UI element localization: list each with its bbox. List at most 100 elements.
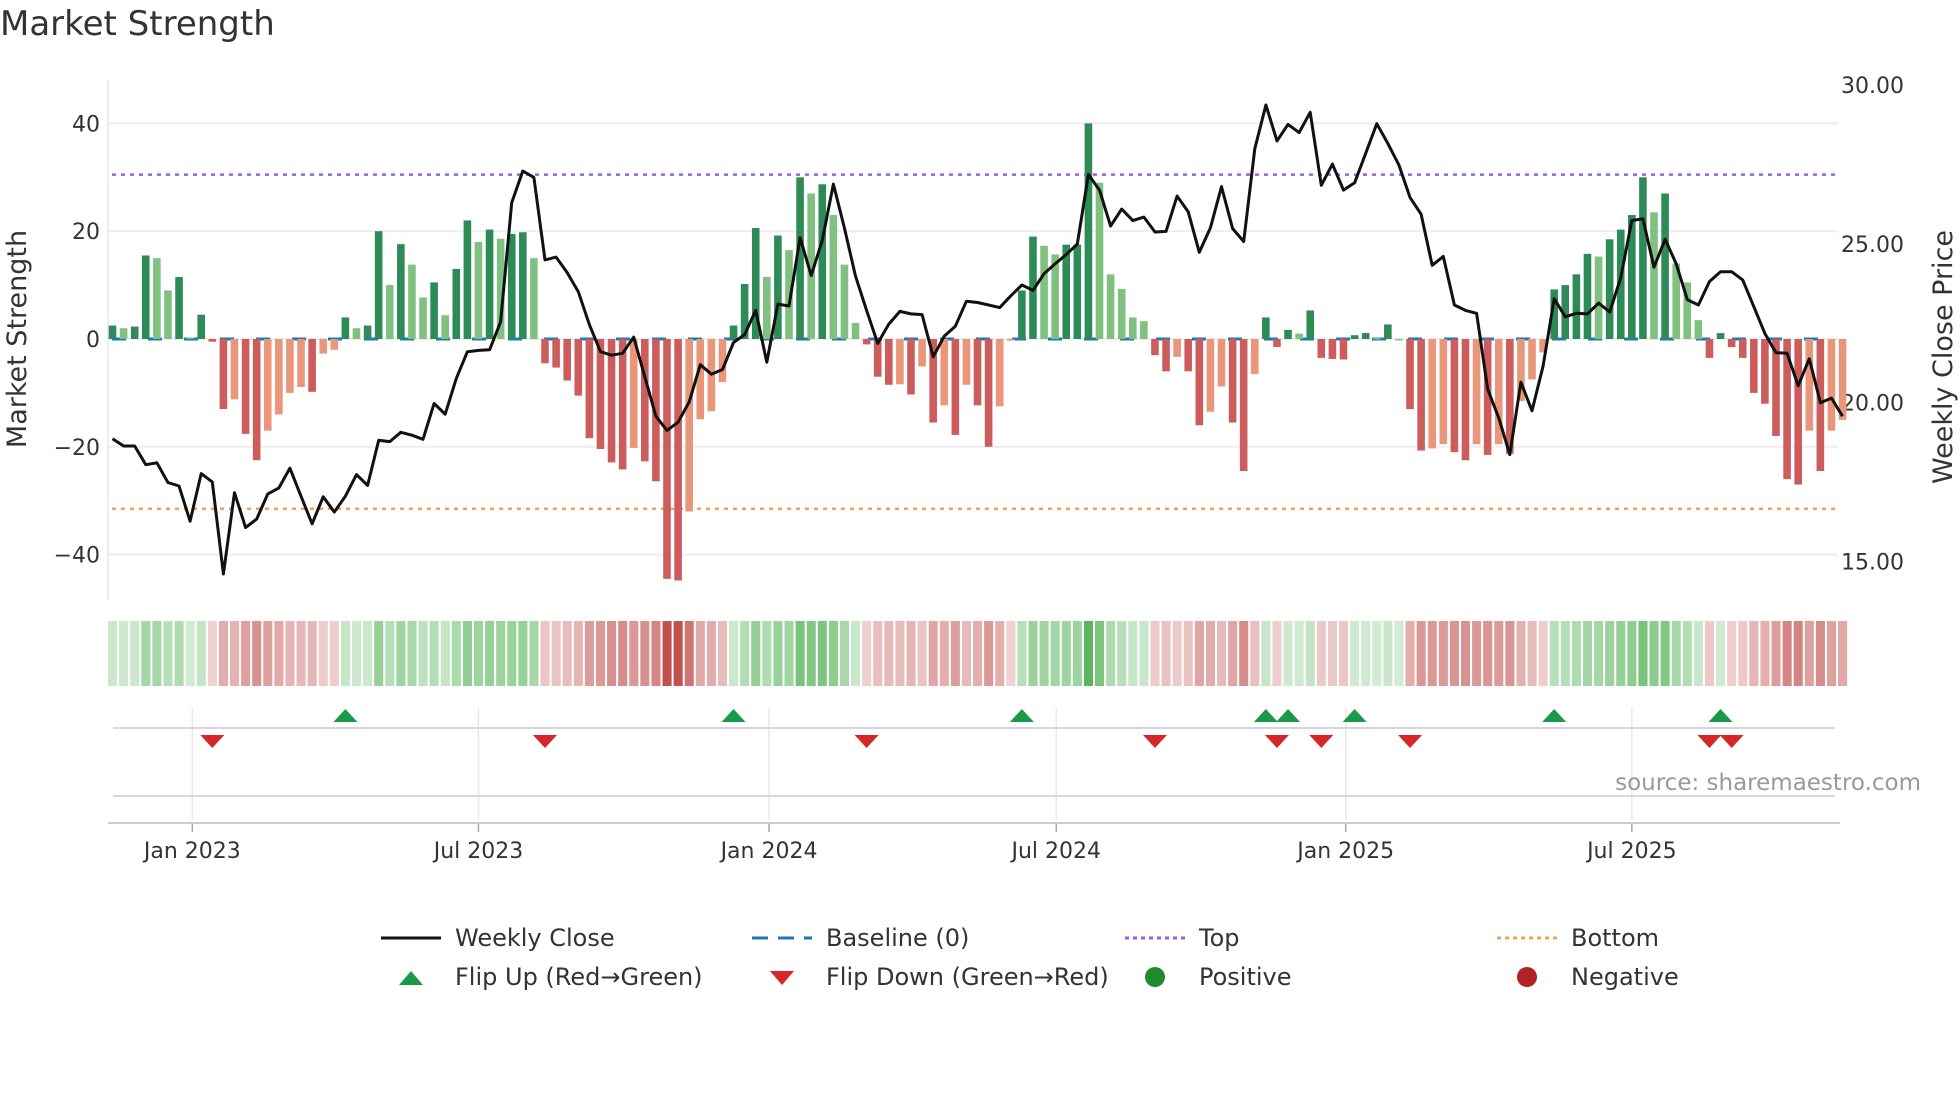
strength-bar	[585, 339, 594, 439]
heat-strip-cell	[607, 621, 617, 686]
heat-strip-cell	[773, 621, 783, 686]
heat-strip-cell	[839, 621, 850, 686]
strength-bar	[607, 339, 616, 463]
heat-strip-cell	[1405, 621, 1415, 686]
strength-bar	[164, 290, 172, 339]
heat-strip-cell	[961, 621, 972, 686]
heat-strip-cell	[1106, 621, 1116, 686]
strength-bar	[441, 315, 449, 339]
strength-bar	[1827, 339, 1836, 431]
y-tick-label: −20	[54, 436, 100, 461]
strength-bar	[1117, 288, 1126, 339]
heat-strip-cell	[1172, 621, 1182, 686]
strength-bar	[541, 339, 549, 364]
heat-strip-cell	[1494, 621, 1504, 686]
heat-strip-cell	[518, 621, 528, 686]
strength-bar	[363, 325, 372, 339]
legend-flip-down: Flip Down (Green→Red)	[752, 963, 1109, 991]
heat-strip-cell	[1250, 621, 1260, 686]
heat-strip-cell	[917, 621, 927, 686]
heat-strip-cell	[1826, 621, 1837, 686]
strength-bar	[330, 339, 339, 350]
x-tick-label: Jan 2023	[142, 839, 241, 864]
strength-bar	[1140, 321, 1148, 339]
strength-bar	[840, 264, 849, 339]
heat-strip-cell	[684, 621, 694, 686]
heat-strip-cell	[307, 621, 317, 686]
strength-bar	[674, 339, 682, 581]
heat-strip-cell	[828, 621, 838, 686]
strength-bar	[1716, 333, 1725, 339]
strength-bar	[1339, 339, 1348, 360]
strength-bar	[1306, 310, 1315, 339]
heat-strip-cell	[1139, 621, 1149, 686]
heat-strip-cell	[717, 621, 728, 686]
heat-strip-cell	[1472, 621, 1482, 686]
y-tick-label: 0	[86, 328, 100, 353]
heat-strip-cell	[1727, 621, 1737, 686]
strength-bar	[463, 220, 472, 339]
heat-strip-cell	[1638, 621, 1648, 686]
heat-strip-cell	[1627, 621, 1637, 686]
flip-up-marker	[1708, 709, 1733, 722]
heat-strip-cell	[1338, 621, 1349, 686]
legend-label: Positive	[1199, 963, 1292, 991]
strength-bar	[1384, 324, 1392, 339]
heat-strip-cell	[1261, 621, 1271, 686]
strength-bar	[1583, 253, 1592, 339]
heat-strip-cell	[119, 621, 129, 686]
heat-strip-cell	[1283, 621, 1293, 686]
strength-bar	[263, 339, 272, 431]
legend-label: Bottom	[1571, 924, 1660, 952]
heat-strip-cell	[551, 621, 561, 686]
strength-bar	[763, 277, 771, 339]
heat-strip-cell	[1505, 621, 1515, 686]
strength-bar	[175, 277, 183, 339]
strength-bar	[1428, 339, 1437, 449]
line-swatch-icon	[381, 936, 441, 940]
heat-strip-cell	[1272, 621, 1282, 686]
strength-bar	[563, 339, 571, 381]
heat-strip-cell	[762, 621, 772, 686]
strength-bar	[984, 339, 993, 447]
x-tick-label: Jul 2023	[432, 839, 524, 864]
strength-bar	[385, 285, 394, 339]
heat-strip-cell	[1738, 621, 1748, 686]
heat-strip-cell	[1749, 621, 1759, 686]
legend-label: Top	[1199, 924, 1240, 952]
strength-bar	[419, 297, 427, 339]
heat-strip-cell	[1194, 621, 1204, 686]
strength-bar	[1605, 239, 1614, 339]
heat-strip-cell	[329, 621, 339, 686]
heat-strip-cell	[429, 621, 439, 686]
heat-strip-cell	[1516, 621, 1526, 686]
strength-bar	[308, 339, 316, 392]
heat-strip-cell	[928, 621, 938, 686]
strength-bar	[108, 325, 117, 339]
heat-strip-cell	[285, 621, 295, 686]
heat-strip-cell	[1072, 621, 1082, 686]
heat-strip-cell	[451, 621, 461, 686]
y-tick-label: 40	[72, 112, 100, 137]
heat-strip-cell	[662, 621, 672, 686]
heat-strip-cell	[1671, 621, 1681, 686]
heat-strip-cell	[1527, 621, 1537, 686]
dotted-line-swatch-icon	[1497, 936, 1557, 940]
strength-bar	[1705, 339, 1714, 358]
heat-strip-cell	[1383, 621, 1393, 686]
strength-bar	[1572, 274, 1581, 339]
strength-bar	[1361, 333, 1370, 339]
heat-strip-cell	[751, 621, 761, 686]
strength-bar	[552, 339, 560, 368]
legend-baseline: Baseline (0)	[752, 924, 969, 952]
legend-label: Flip Up (Red→Green)	[455, 963, 703, 991]
heat-strip-cell	[1760, 621, 1770, 686]
circle-icon	[1145, 967, 1165, 987]
heat-strip-cell	[1361, 621, 1371, 686]
heat-strip-cell	[995, 621, 1005, 686]
strength-bar	[1594, 256, 1603, 339]
dashed-line-swatch-icon	[752, 936, 812, 940]
strength-bar	[1173, 339, 1181, 357]
strength-bar	[907, 339, 915, 395]
strength-bar	[1328, 339, 1337, 359]
